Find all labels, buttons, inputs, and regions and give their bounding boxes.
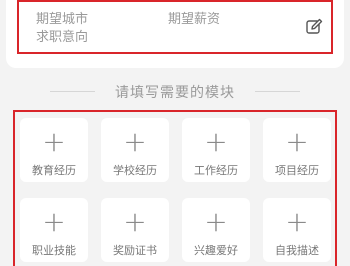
plus-icon: + [42,205,66,238]
expected-salary-label[interactable]: 期望薪资 [168,12,220,28]
module-self-description[interactable]: + 自我描述 [263,198,331,262]
module-hobbies[interactable]: + 兴趣爱好 [182,198,250,262]
plus-icon: + [42,125,66,158]
plus-icon: + [123,205,147,238]
resume-editor-page: 期望城市 期望薪资 求职意向 请填写需要的模块 + 教育经历 + 学校经历 + … [0,0,350,266]
module-label: 奖励证书 [113,244,157,257]
module-school[interactable]: + 学校经历 [101,118,169,182]
plus-icon: + [285,125,309,158]
module-label: 职业技能 [32,244,76,257]
module-education[interactable]: + 教育经历 [20,118,88,182]
module-label: 教育经历 [32,164,76,177]
plus-icon: + [285,205,309,238]
divider-right [255,91,300,92]
job-intention-label: 求职意向 [36,30,89,45]
module-label: 项目经历 [275,164,319,177]
plus-icon: + [123,125,147,158]
section-title: 请填写需要的模块 [115,85,235,101]
edit-icon[interactable] [305,18,323,36]
module-project[interactable]: + 项目经历 [263,118,331,182]
module-work[interactable]: + 工作经历 [182,118,250,182]
module-label: 工作经历 [194,164,238,177]
section-header: 请填写需要的模块 [0,80,350,102]
plus-icon: + [204,125,228,158]
module-label: 学校经历 [113,164,157,177]
job-intention-highlight[interactable]: 期望城市 期望薪资 求职意向 [17,0,333,54]
expected-city-label[interactable]: 期望城市 [36,12,88,28]
module-skills[interactable]: + 职业技能 [20,198,88,262]
module-label: 兴趣爱好 [194,244,238,257]
plus-icon: + [204,205,228,238]
module-label: 自我描述 [275,244,319,257]
module-awards[interactable]: + 奖励证书 [101,198,169,262]
